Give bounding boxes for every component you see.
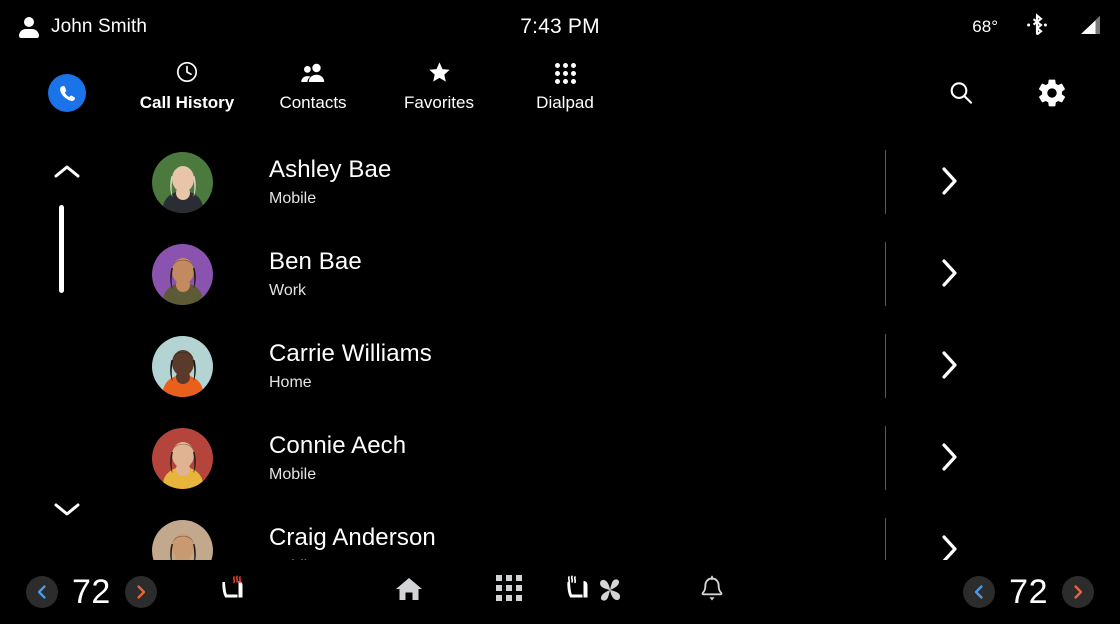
contact-name: Connie Aech bbox=[269, 432, 407, 460]
contact-name: Craig Anderson bbox=[269, 524, 436, 552]
chevron-right-icon[interactable] bbox=[938, 532, 962, 560]
row-divider bbox=[885, 518, 886, 560]
driver-temp-decrease-button[interactable] bbox=[26, 576, 58, 608]
contact-row[interactable]: Ben Bae Work bbox=[0, 228, 1120, 320]
star-icon bbox=[427, 60, 452, 84]
row-divider bbox=[885, 242, 886, 306]
contact-type: Work bbox=[269, 281, 307, 299]
clock-icon bbox=[175, 60, 199, 84]
tab-label-contacts: Contacts bbox=[279, 93, 347, 112]
tab-dialpad[interactable]: Dialpad bbox=[502, 60, 628, 113]
tab-bar-actions bbox=[946, 54, 1120, 136]
passenger-climate-control: 72 bbox=[963, 573, 1094, 612]
tab-favorites[interactable]: Favorites bbox=[376, 60, 502, 113]
phone-app-badge[interactable] bbox=[48, 74, 86, 112]
row-divider bbox=[885, 150, 886, 214]
heated-seat-icon[interactable] bbox=[215, 573, 249, 612]
contact-list-area: Ashley Bae Mobile Ben Bae Work Carrie Willia… bbox=[0, 136, 1120, 560]
contact-type: Home bbox=[269, 373, 312, 391]
passenger-temp-increase-button[interactable] bbox=[1062, 576, 1094, 608]
avatar bbox=[152, 243, 213, 305]
contact-type: Mobile bbox=[269, 465, 317, 483]
chevron-right-icon[interactable] bbox=[938, 164, 962, 203]
contact-info: Ben Bae Work bbox=[269, 248, 1120, 299]
contact-row[interactable]: Connie Aech Mobile bbox=[0, 412, 1120, 504]
avatar bbox=[152, 427, 213, 489]
contact-name: Ben Bae bbox=[269, 248, 362, 276]
app-tab-bar: Call History Contacts Favorites Dialpad bbox=[0, 54, 1120, 136]
contact-row[interactable]: Craig AndersonMobile bbox=[0, 504, 1120, 560]
contact-name: Carrie Williams bbox=[269, 340, 432, 368]
contact-row[interactable]: Ashley Bae Mobile bbox=[0, 136, 1120, 228]
tab-list: Call History Contacts Favorites Dialpad bbox=[124, 60, 628, 113]
contact-list: Ashley Bae Mobile Ben Bae Work Carrie Willia… bbox=[0, 136, 1120, 560]
driver-temp-value: 72 bbox=[72, 572, 111, 611]
contact-info: Connie Aech Mobile bbox=[269, 432, 1120, 483]
passenger-temp-value: 72 bbox=[1009, 572, 1048, 611]
dialpad-icon bbox=[554, 60, 576, 84]
driver-temp-increase-button[interactable] bbox=[124, 576, 157, 608]
contact-info: Ashley Bae Mobile bbox=[269, 156, 1120, 207]
home-icon[interactable] bbox=[394, 575, 424, 610]
system-bottom-bar: 72 72 bbox=[0, 560, 1120, 624]
search-icon[interactable] bbox=[946, 78, 976, 113]
avatar bbox=[152, 151, 213, 213]
tab-label-favorites: Favorites bbox=[404, 93, 474, 112]
contact-info: Craig AndersonMobile bbox=[269, 524, 1120, 560]
row-divider bbox=[885, 334, 886, 398]
tab-label-call-history: Call History bbox=[139, 93, 235, 112]
tab-label-dialpad: Dialpad bbox=[536, 93, 594, 112]
contact-info: Carrie Williams Home bbox=[269, 340, 1120, 391]
chevron-right-icon[interactable] bbox=[938, 256, 962, 295]
passenger-temp-decrease-button[interactable] bbox=[963, 576, 996, 608]
status-bar: John Smith 7:43 PM 68° bbox=[0, 0, 1120, 54]
apps-grid-icon[interactable] bbox=[496, 574, 522, 610]
climate-fan-icon[interactable] bbox=[594, 575, 626, 610]
ventilated-seat-icon[interactable] bbox=[560, 573, 594, 612]
contact-type: Mobile bbox=[269, 189, 317, 207]
contact-name: Ashley Bae bbox=[269, 156, 392, 184]
row-divider bbox=[885, 426, 886, 490]
chevron-right-icon[interactable] bbox=[938, 440, 962, 479]
chevron-right-icon[interactable] bbox=[938, 348, 962, 387]
people-icon bbox=[300, 60, 326, 84]
driver-climate-control: 72 bbox=[26, 573, 157, 612]
tab-contacts[interactable]: Contacts bbox=[250, 60, 376, 113]
contact-row[interactable]: Carrie Williams Home bbox=[0, 320, 1120, 412]
notifications-icon[interactable] bbox=[698, 575, 726, 610]
avatar bbox=[152, 335, 213, 397]
tab-call-history[interactable]: Call History bbox=[124, 60, 250, 113]
settings-icon[interactable] bbox=[1036, 77, 1068, 114]
avatar bbox=[152, 519, 213, 560]
clock-label: 7:43 PM bbox=[520, 15, 600, 38]
